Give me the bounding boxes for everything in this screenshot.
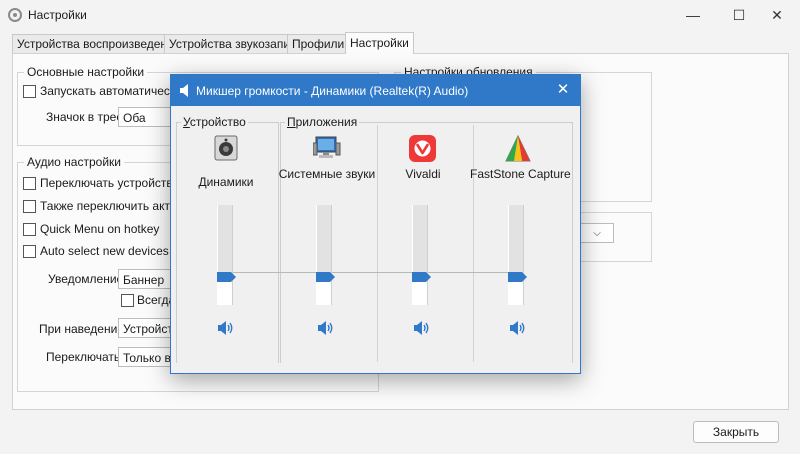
channel-name-vivaldi: Vivaldi bbox=[405, 167, 441, 181]
switch-device-label: Переключать устройство с bbox=[40, 176, 189, 190]
autostart-label: Запускать автоматически с bbox=[40, 84, 192, 98]
faststone-capture-icon bbox=[505, 135, 531, 162]
mute-speaker-icon[interactable] bbox=[317, 321, 335, 335]
autostart-checkbox[interactable] bbox=[23, 85, 36, 98]
volume-slider-faststone[interactable] bbox=[508, 205, 524, 305]
tab-profiles[interactable]: Профили bbox=[287, 34, 350, 53]
tab-settings[interactable]: Настройки bbox=[345, 32, 414, 54]
window-title: Настройки bbox=[28, 8, 87, 22]
mixer-title: Микшер громкости - Динамики (Realtek(R) … bbox=[196, 84, 469, 98]
title-bar: Настройки — ☐ ✕ bbox=[0, 0, 800, 30]
hover-label: При наведении bbox=[39, 322, 124, 336]
volume-thumb-system-sounds[interactable] bbox=[316, 272, 335, 282]
volume-thumb-faststone[interactable] bbox=[508, 272, 527, 282]
tray-select[interactable]: Оба bbox=[118, 107, 178, 127]
device-group-title: Устройство bbox=[181, 115, 248, 129]
volume-slider-speakers[interactable] bbox=[217, 205, 233, 305]
volume-thumb-vivaldi[interactable] bbox=[412, 272, 431, 282]
volume-mixer-dialog: Микшер громкости - Динамики (Realtek(R) … bbox=[170, 74, 581, 374]
quick-menu-checkbox[interactable] bbox=[23, 223, 36, 236]
mixer-close-button[interactable]: ✕ bbox=[554, 81, 572, 99]
mute-speaker-icon[interactable] bbox=[413, 321, 431, 335]
hover-select[interactable]: Устройств bbox=[118, 318, 178, 338]
tab-playback-devices[interactable]: Устройства воспроизведения bbox=[12, 34, 186, 53]
channel-name-system-sounds: Системные звуки bbox=[278, 167, 376, 181]
vivaldi-icon bbox=[409, 135, 436, 162]
always-checkbox[interactable] bbox=[121, 294, 134, 307]
auto-select-label: Auto select new devices bbox=[40, 244, 169, 258]
slider-link-line bbox=[231, 272, 521, 273]
minimize-button[interactable]: — bbox=[670, 0, 716, 30]
close-button[interactable]: Закрыть bbox=[693, 421, 779, 443]
quick-menu-label: Quick Menu on hotkey bbox=[40, 222, 160, 236]
tray-label: Значок в трее bbox=[46, 110, 124, 124]
mute-speaker-icon[interactable] bbox=[509, 321, 527, 335]
audio-settings-title: Аудио настройки bbox=[24, 155, 124, 169]
switch2-label: Переключать bbox=[46, 350, 121, 364]
auto-select-checkbox[interactable] bbox=[23, 245, 36, 258]
extra-select[interactable]: ⌵ bbox=[580, 223, 614, 243]
mixer-speaker-icon bbox=[180, 84, 188, 97]
volume-thumb-speakers[interactable] bbox=[217, 272, 236, 282]
mixer-title-bar: Микшер громкости - Динамики (Realtek(R) … bbox=[171, 75, 580, 106]
channel-divider bbox=[473, 125, 474, 362]
applications-group-title: Приложения bbox=[285, 115, 360, 129]
close-window-button[interactable]: ✕ bbox=[754, 0, 800, 30]
notify-select[interactable]: Баннер bbox=[118, 269, 178, 289]
mute-speaker-icon[interactable] bbox=[217, 321, 235, 335]
volume-slider-system-sounds[interactable] bbox=[316, 205, 332, 305]
channel-name-faststone: FastStone Capture bbox=[470, 167, 571, 181]
settings-gear-icon bbox=[8, 8, 22, 22]
channel-divider bbox=[377, 125, 378, 362]
switch2-select[interactable]: Только вы bbox=[118, 347, 178, 367]
notify-label: Уведомление bbox=[48, 272, 124, 286]
switch-device-checkbox[interactable] bbox=[23, 177, 36, 190]
also-switch-checkbox[interactable] bbox=[23, 200, 36, 213]
basic-settings-title: Основные настройки bbox=[24, 65, 148, 79]
also-switch-label: Также переключить активн bbox=[40, 199, 190, 213]
chevron-down-icon: ⌵ bbox=[593, 227, 601, 239]
speaker-device-icon bbox=[214, 135, 238, 161]
channel-name-speakers: Динамики bbox=[198, 175, 254, 189]
volume-slider-vivaldi[interactable] bbox=[412, 205, 428, 305]
system-sounds-icon bbox=[313, 136, 341, 158]
